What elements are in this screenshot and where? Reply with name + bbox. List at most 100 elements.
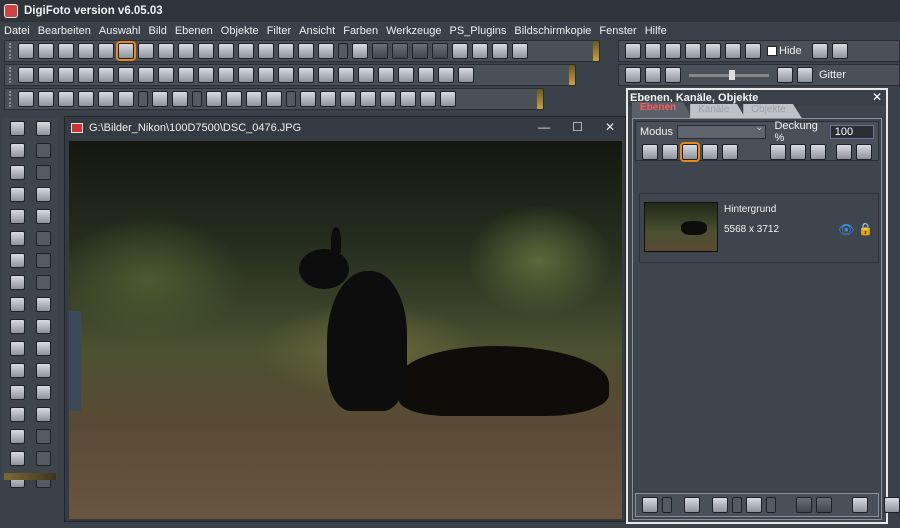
window3-icon[interactable] bbox=[705, 43, 721, 59]
move-icon[interactable] bbox=[680, 142, 700, 162]
copy-icon[interactable] bbox=[78, 91, 94, 107]
paste-special-icon[interactable] bbox=[172, 91, 188, 107]
layer-mask-icon[interactable] bbox=[856, 144, 872, 160]
brush-mode-icon[interactable] bbox=[662, 144, 678, 160]
menu-ebenen[interactable]: Ebenen bbox=[175, 25, 213, 37]
color-swatch-bar[interactable] bbox=[4, 473, 56, 480]
frame-icon[interactable] bbox=[512, 43, 528, 59]
folder-open-icon[interactable] bbox=[218, 43, 234, 59]
zoom-slider-knob[interactable] bbox=[729, 69, 735, 80]
menu-filter[interactable]: Filter bbox=[267, 25, 291, 37]
filter-icon[interactable] bbox=[418, 67, 434, 83]
window-icon[interactable] bbox=[665, 43, 681, 59]
sharpen-icon[interactable] bbox=[78, 67, 94, 83]
window4-icon[interactable] bbox=[725, 43, 741, 59]
menu-fenster[interactable]: Fenster bbox=[599, 25, 636, 37]
folder-icon[interactable] bbox=[198, 43, 214, 59]
layer-blend-icon[interactable] bbox=[746, 497, 762, 513]
layer-copy-icon[interactable] bbox=[790, 144, 806, 160]
open-file-icon[interactable] bbox=[38, 43, 54, 59]
layer-style-icon[interactable] bbox=[712, 497, 728, 513]
save-icon[interactable] bbox=[58, 43, 74, 59]
layer-group-icon[interactable] bbox=[810, 144, 826, 160]
grayscale-icon[interactable] bbox=[198, 67, 214, 83]
dropdown-arrow-icon[interactable] bbox=[192, 91, 202, 107]
menu-auswahl[interactable]: Auswahl bbox=[99, 25, 141, 37]
zoom-out-icon[interactable] bbox=[777, 67, 793, 83]
pattern-icon[interactable] bbox=[642, 144, 658, 160]
canvas-icon[interactable] bbox=[38, 67, 54, 83]
new-layer-icon[interactable] bbox=[642, 497, 658, 513]
gradient-icon[interactable] bbox=[58, 67, 74, 83]
heal-tool-icon[interactable] bbox=[10, 275, 25, 290]
circle-icon[interactable] bbox=[340, 91, 356, 107]
menu-datei[interactable]: Datei bbox=[4, 25, 30, 37]
menu-ps-plugins[interactable]: PS_Plugins bbox=[450, 25, 507, 37]
modus-select[interactable] bbox=[677, 122, 767, 139]
arrow-tool-icon[interactable] bbox=[36, 385, 51, 400]
hand-tool-icon[interactable] bbox=[10, 121, 25, 136]
zoom-slider[interactable] bbox=[689, 69, 769, 80]
window5-icon[interactable] bbox=[745, 43, 761, 59]
square-gray-icon[interactable] bbox=[458, 67, 474, 83]
dropdown-arrow-icon[interactable] bbox=[36, 451, 51, 466]
delete-layer-icon[interactable] bbox=[684, 497, 700, 513]
bucket-tool-icon[interactable] bbox=[36, 319, 51, 334]
layer-properties-icon[interactable] bbox=[852, 497, 868, 513]
video-icon[interactable] bbox=[811, 43, 828, 59]
printer-icon[interactable] bbox=[238, 43, 254, 59]
tab-ebenen[interactable]: Ebenen bbox=[632, 102, 693, 118]
paste-icon[interactable] bbox=[118, 91, 134, 107]
export-image-icon[interactable] bbox=[472, 43, 488, 59]
document-icon[interactable] bbox=[178, 43, 194, 59]
dodge-tool-icon[interactable] bbox=[36, 363, 51, 378]
effect7-icon[interactable] bbox=[398, 67, 414, 83]
blur-tool-icon[interactable] bbox=[10, 363, 25, 378]
toolbar-grip[interactable] bbox=[9, 67, 13, 83]
panel-close-button[interactable]: ✕ bbox=[872, 90, 882, 104]
invert-icon[interactable] bbox=[218, 67, 234, 83]
monitor-icon[interactable] bbox=[298, 43, 314, 59]
image-icon[interactable] bbox=[380, 91, 396, 107]
lock-icon[interactable]: 🔒 bbox=[858, 222, 873, 236]
scan-icon[interactable] bbox=[138, 43, 154, 59]
dropdown-arrow-icon[interactable] bbox=[36, 275, 51, 290]
film-icon[interactable] bbox=[158, 43, 174, 59]
dropdown-arrow-icon[interactable] bbox=[36, 165, 51, 180]
brightness-icon[interactable] bbox=[118, 67, 134, 83]
dropdown-arrow-icon[interactable] bbox=[662, 497, 672, 513]
tab-objekte[interactable]: Objekte bbox=[743, 104, 802, 118]
plugin-icon[interactable] bbox=[352, 43, 368, 59]
globe-icon[interactable] bbox=[318, 43, 334, 59]
menu-hilfe[interactable]: Hilfe bbox=[645, 25, 667, 37]
fill-tool-icon[interactable] bbox=[36, 407, 51, 422]
flip-horizontal-icon[interactable] bbox=[206, 91, 222, 107]
photo-icon[interactable] bbox=[360, 91, 376, 107]
dropdown-arrow-icon[interactable] bbox=[36, 143, 51, 158]
tools-icon[interactable] bbox=[278, 43, 294, 59]
marquee-tool-icon[interactable] bbox=[10, 143, 25, 158]
dropdown-arrow-icon[interactable] bbox=[732, 497, 742, 513]
menu-bild[interactable]: Bild bbox=[148, 25, 166, 37]
pipette-tool-icon[interactable] bbox=[10, 341, 25, 356]
effect4-icon[interactable] bbox=[338, 67, 354, 83]
rotate-icon[interactable] bbox=[246, 91, 262, 107]
record-icon[interactable] bbox=[831, 43, 848, 59]
grid-icon[interactable] bbox=[116, 41, 136, 61]
layer-up-icon[interactable] bbox=[770, 144, 786, 160]
brush-icon[interactable] bbox=[440, 91, 456, 107]
dropdown-arrow-icon[interactable] bbox=[36, 231, 51, 246]
folder-tool-icon[interactable] bbox=[36, 209, 51, 224]
gradient-tool-icon[interactable] bbox=[10, 407, 25, 422]
save-tool-icon[interactable] bbox=[10, 209, 25, 224]
undo-icon[interactable] bbox=[18, 91, 34, 107]
color-picker-icon[interactable] bbox=[10, 429, 25, 444]
zoom-in-icon[interactable] bbox=[665, 67, 681, 83]
dropdown-arrow-icon[interactable] bbox=[766, 497, 776, 513]
effect3-icon[interactable] bbox=[318, 67, 334, 83]
export-icon[interactable] bbox=[258, 43, 274, 59]
save-as-icon[interactable] bbox=[78, 43, 94, 59]
history-icon[interactable] bbox=[58, 91, 74, 107]
dropdown-arrow-icon[interactable] bbox=[36, 253, 51, 268]
minimize-button[interactable]: — bbox=[538, 120, 550, 134]
